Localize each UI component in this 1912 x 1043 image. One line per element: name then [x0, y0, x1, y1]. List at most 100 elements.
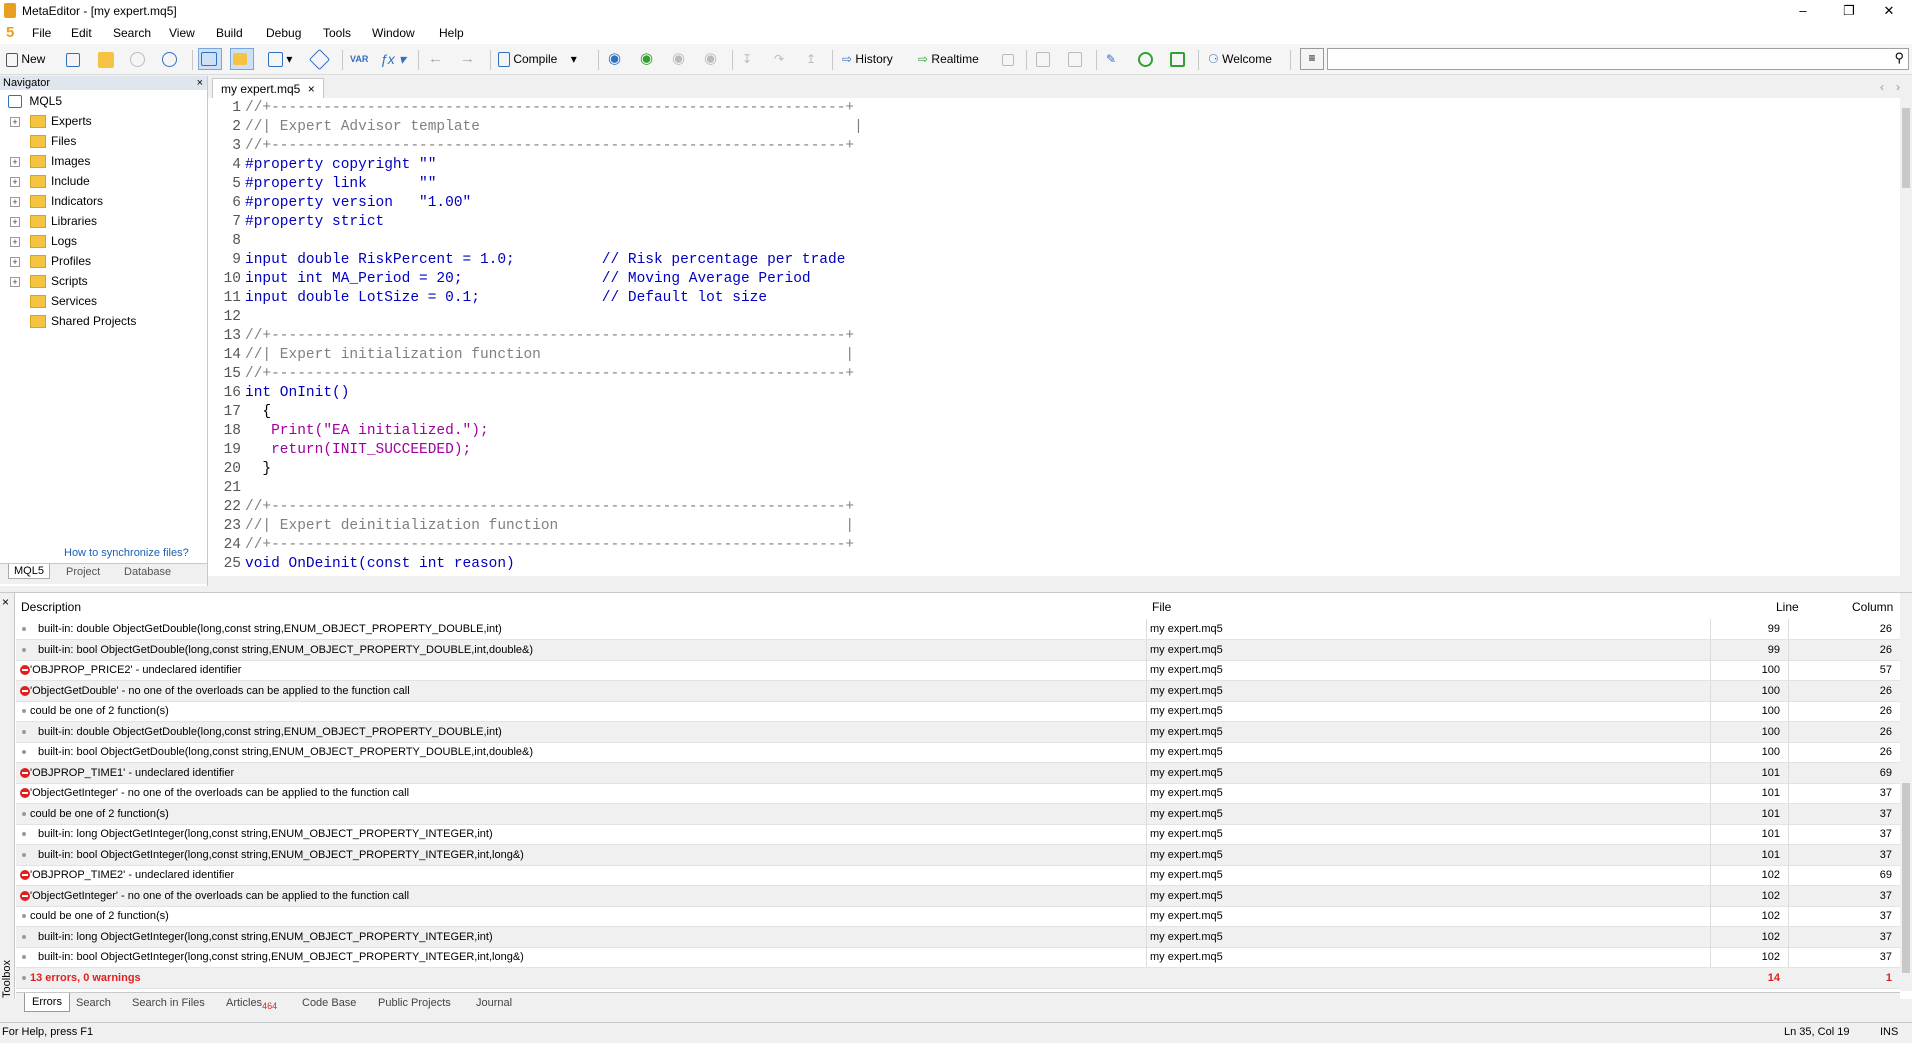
expand-icon[interactable]: + — [10, 257, 20, 267]
close-button[interactable]: ✕ — [1866, 0, 1912, 22]
minimize-button[interactable]: – — [1780, 0, 1826, 22]
community-button[interactable] — [1138, 50, 1153, 68]
tree-item[interactable]: Services — [30, 292, 97, 310]
tree-item[interactable]: Scripts — [30, 272, 88, 290]
styler-button[interactable]: ▾ — [268, 50, 292, 68]
col-file[interactable]: File — [1152, 600, 1171, 614]
insert-function-button[interactable]: ƒx ▾ — [380, 50, 406, 68]
expand-icon[interactable]: + — [10, 157, 20, 167]
col-line[interactable]: Line — [1776, 600, 1799, 614]
tree-item[interactable]: Indicators — [30, 192, 103, 210]
welcome-button[interactable]: ⚆ Welcome — [1208, 50, 1272, 68]
menu-window[interactable]: Window — [372, 26, 415, 40]
tree-item[interactable]: Libraries — [30, 212, 97, 230]
vps-button[interactable] — [1170, 50, 1185, 68]
error-row[interactable]: 'ObjectGetInteger' - no one of the overl… — [16, 783, 1900, 804]
error-row[interactable]: 'ObjectGetDouble' - no one of the overlo… — [16, 680, 1900, 702]
tree-root-mql5[interactable]: MQL5 — [8, 92, 62, 110]
save-button[interactable] — [162, 50, 177, 68]
col-description[interactable]: Description — [21, 600, 81, 614]
error-row[interactable]: could be one of 2 function(s) my expert.m… — [16, 906, 1900, 927]
code-editor[interactable]: 1//+------------------------------------… — [208, 98, 1900, 576]
toggle-navigator-button[interactable] — [198, 48, 222, 70]
editor-vertical-scrollbar[interactable] — [1900, 98, 1912, 576]
error-row[interactable]: built-in: bool ObjectGetInteger(long,con… — [16, 947, 1900, 968]
tab-project[interactable]: Project — [66, 566, 100, 578]
tree-item[interactable]: Experts — [30, 112, 92, 130]
error-row[interactable]: could be one of 2 function(s) my expert.m… — [16, 701, 1900, 722]
settings-button[interactable]: ≡ — [1300, 48, 1324, 70]
edit-button[interactable]: ✎ — [1106, 50, 1116, 68]
tree-item[interactable]: Files — [30, 132, 76, 150]
editor-horizontal-scrollbar[interactable] — [208, 576, 1912, 588]
insert-variable-button[interactable]: VAR — [350, 50, 368, 68]
forward-button[interactable]: → — [460, 50, 475, 68]
error-row[interactable]: built-in: long ObjectGetInteger(long,con… — [16, 824, 1900, 845]
start-button[interactable]: ◉ — [640, 50, 653, 68]
search-input[interactable]: ⚲ — [1327, 48, 1909, 70]
toggle-toolbox-button[interactable] — [230, 48, 254, 70]
error-row[interactable]: built-in: bool ObjectGetInteger(long,con… — [16, 844, 1900, 866]
stop-test-button[interactable] — [1002, 50, 1014, 68]
tab-scroll-left-icon[interactable]: ‹ — [1880, 80, 1884, 94]
sync-files-link[interactable]: How to synchronize files? — [64, 547, 189, 559]
error-row[interactable]: built-in: bool ObjectGetDouble(long,cons… — [16, 742, 1900, 763]
menu-debug[interactable]: Debug — [266, 26, 301, 40]
tree-item[interactable]: Logs — [30, 232, 77, 250]
summary-row[interactable]: 13 errors, 0 warnings 14 1 — [16, 967, 1900, 989]
stop-button[interactable]: ◉ — [704, 50, 717, 68]
download-button[interactable] — [130, 50, 145, 68]
error-row[interactable]: 'OBJPROP_PRICE2' - undeclared identifier… — [16, 660, 1900, 681]
tab-mql5[interactable]: MQL5 — [8, 564, 50, 579]
expand-icon[interactable]: + — [10, 277, 20, 287]
compile-button[interactable]: Compile ▾ — [498, 50, 577, 68]
tab-database[interactable]: Database — [124, 566, 171, 578]
step-out-button[interactable]: ↥ — [806, 50, 816, 68]
scroll-thumb[interactable] — [1902, 783, 1910, 973]
menu-edit[interactable]: Edit — [71, 26, 92, 40]
step-over-button[interactable]: ↷ — [774, 50, 784, 68]
find-button[interactable] — [1068, 50, 1082, 68]
error-row[interactable]: 'OBJPROP_TIME2' - undeclared identifier m… — [16, 865, 1900, 886]
toolbox-close-icon[interactable]: × — [2, 595, 9, 609]
new-button[interactable]: New — [6, 50, 45, 68]
error-row[interactable]: 'ObjectGetInteger' - no one of the overl… — [16, 885, 1900, 907]
tab-close-icon[interactable]: × — [308, 82, 315, 96]
error-row[interactable]: built-in: long ObjectGetInteger(long,con… — [16, 926, 1900, 948]
scroll-thumb[interactable] — [1902, 108, 1910, 188]
menu-tools[interactable]: Tools — [323, 26, 351, 40]
expand-icon[interactable]: + — [10, 237, 20, 247]
error-row[interactable]: could be one of 2 function(s) my expert.m… — [16, 803, 1900, 825]
menu-file[interactable]: File — [32, 26, 51, 40]
menu-help[interactable]: Help — [439, 26, 464, 40]
expand-icon[interactable]: + — [10, 117, 20, 127]
tab-public-projects[interactable]: Public Projects — [378, 997, 451, 1009]
step-into-button[interactable]: ↧ — [742, 50, 752, 68]
pause-button[interactable]: ◉ — [672, 50, 685, 68]
errors-vertical-scrollbar[interactable] — [1900, 593, 1912, 991]
tab-articles[interactable]: Articles464 — [226, 997, 277, 1011]
error-row[interactable]: built-in: double ObjectGetDouble(long,co… — [16, 721, 1900, 743]
tree-item[interactable]: Images — [30, 152, 90, 170]
file-tab[interactable]: my expert.mq5 × — [212, 78, 324, 99]
tab-search[interactable]: Search — [76, 997, 111, 1009]
tab-scroll-right-icon[interactable]: › — [1896, 80, 1900, 94]
tab-search-in-files[interactable]: Search in Files — [132, 997, 205, 1009]
menu-view[interactable]: View — [169, 26, 195, 40]
back-button[interactable]: ← — [428, 50, 443, 68]
expand-icon[interactable]: + — [10, 177, 20, 187]
menu-build[interactable]: Build — [216, 26, 243, 40]
tab-journal[interactable]: Journal — [476, 997, 512, 1009]
history-button[interactable]: ⇨ History — [842, 50, 893, 68]
error-row[interactable]: built-in: double ObjectGetDouble(long,co… — [16, 619, 1900, 640]
tree-item[interactable]: Profiles — [30, 252, 91, 270]
navigator-close-icon[interactable]: × — [197, 76, 203, 90]
error-row[interactable]: 'OBJPROP_TIME1' - undeclared identifier m… — [16, 762, 1900, 784]
tree-item[interactable]: Shared Projects — [30, 312, 136, 330]
tab-errors[interactable]: Errors — [24, 993, 70, 1012]
open-button[interactable] — [98, 50, 114, 68]
bookmark-button[interactable] — [308, 49, 331, 71]
tab-code-base[interactable]: Code Base — [302, 997, 356, 1009]
realtime-button[interactable]: ⇨ Realtime — [918, 50, 979, 68]
menu-search[interactable]: Search — [113, 26, 151, 40]
